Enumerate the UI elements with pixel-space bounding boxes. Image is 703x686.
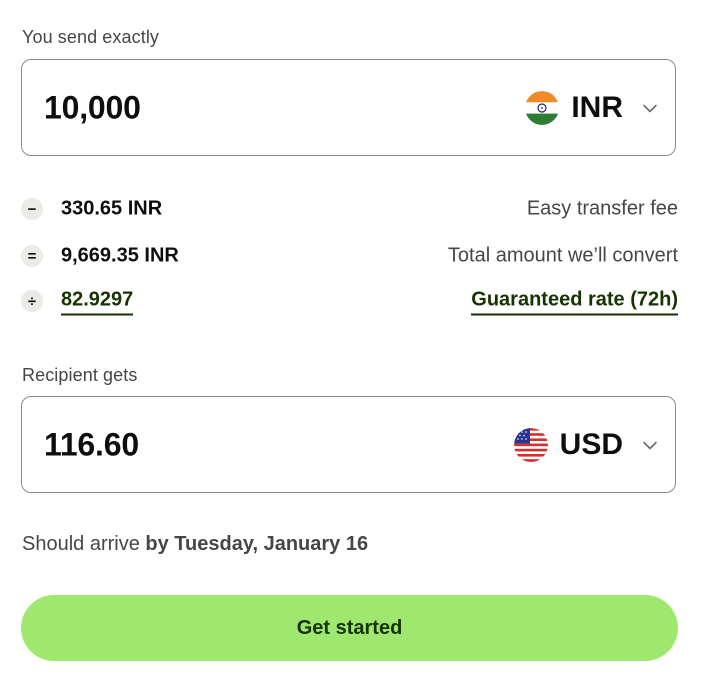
convert-row: = 9,669.35 INR Total amount we’ll conver… <box>21 241 678 271</box>
arrival-date: by Tuesday, January 16 <box>145 533 369 555</box>
chevron-down-icon <box>643 104 657 112</box>
guaranteed-rate-link[interactable]: Guaranteed rate (72h) <box>471 289 678 316</box>
equals-icon: = <box>21 245 43 267</box>
receive-amount-box: 116.60 USD <box>21 396 676 493</box>
receive-currency-select[interactable]: USD <box>513 397 661 492</box>
convert-description: Total amount we’ll convert <box>447 244 678 267</box>
exchange-rate-link[interactable]: 82.9297 <box>61 289 134 316</box>
send-currency-code: INR <box>571 90 623 124</box>
send-amount-box: 10,000 INR <box>21 59 676 156</box>
receive-currency-code: USD <box>559 427 623 461</box>
send-label: You send exactly <box>22 27 160 47</box>
get-started-button[interactable]: Get started <box>21 595 678 661</box>
arrival-estimate: Should arrive by Tuesday, January 16 <box>22 533 368 556</box>
minus-icon: − <box>21 198 43 220</box>
arrival-prefix: Should arrive <box>22 533 140 555</box>
fee-description: Easy transfer fee <box>526 197 678 220</box>
send-currency-select[interactable]: INR <box>525 60 661 155</box>
india-flag-icon <box>525 90 560 125</box>
usa-flag-icon <box>513 427 548 462</box>
divide-icon: ÷ <box>21 290 43 312</box>
fee-amount: 330.65 INR <box>61 197 163 220</box>
chevron-down-icon <box>643 441 657 449</box>
send-amount-input[interactable]: 10,000 <box>44 89 141 126</box>
receive-amount-input[interactable]: 116.60 <box>44 426 139 463</box>
rate-row: ÷ 82.9297 Guaranteed rate (72h) <box>21 287 678 317</box>
fee-row: − 330.65 INR Easy transfer fee <box>21 194 678 224</box>
transfer-calculator: You send exactly 10,000 INR − 330.65 INR… <box>0 0 703 686</box>
receive-label: Recipient gets <box>22 365 138 385</box>
convert-amount: 9,669.35 INR <box>61 244 179 267</box>
